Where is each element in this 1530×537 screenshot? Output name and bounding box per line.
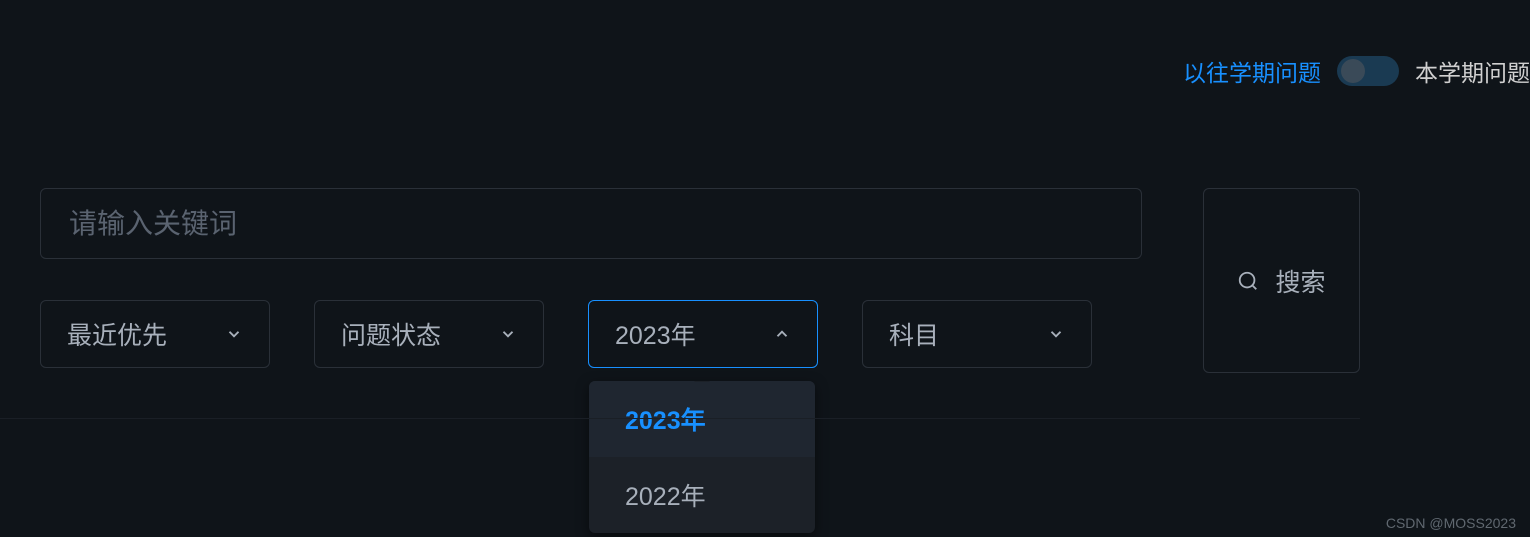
search-bar-container	[40, 188, 1360, 259]
toggle-knob	[1341, 59, 1365, 83]
toggle-label-current: 本学期问题	[1415, 54, 1530, 88]
subject-dropdown-label: 科目	[889, 316, 939, 352]
chevron-down-icon	[225, 325, 243, 343]
toggle-label-previous: 以往学期问题	[1183, 54, 1321, 88]
status-dropdown-label: 问题状态	[341, 316, 441, 352]
year-dropdown-menu: 2023年 2022年	[589, 381, 815, 533]
semester-toggle-switch[interactable]	[1337, 56, 1399, 86]
chevron-down-icon	[1047, 325, 1065, 343]
filter-dropdown-row: 最近优先 问题状态 2023年 2023年 2022年 科目	[40, 300, 1092, 368]
search-icon	[1237, 270, 1259, 292]
semester-toggle-group: 以往学期问题 本学期问题	[1183, 54, 1530, 88]
subject-dropdown[interactable]: 科目	[862, 300, 1092, 368]
watermark-text: CSDN @MOSS2023	[1386, 515, 1516, 531]
sort-dropdown-label: 最近优先	[67, 316, 167, 352]
dropdown-arrow	[694, 381, 710, 382]
year-dropdown[interactable]: 2023年 2023年 2022年	[588, 300, 818, 368]
chevron-down-icon	[499, 325, 517, 343]
search-button-label: 搜索	[1275, 263, 1325, 299]
year-option-2023[interactable]: 2023年	[589, 381, 815, 457]
year-dropdown-label: 2023年	[615, 316, 696, 352]
search-button[interactable]: 搜索	[1203, 188, 1360, 373]
chevron-up-icon	[773, 325, 791, 343]
year-option-2022[interactable]: 2022年	[589, 457, 815, 533]
status-dropdown[interactable]: 问题状态	[314, 300, 544, 368]
keyword-search-input[interactable]	[40, 188, 1142, 259]
horizontal-separator	[0, 418, 1360, 419]
sort-dropdown[interactable]: 最近优先	[40, 300, 270, 368]
